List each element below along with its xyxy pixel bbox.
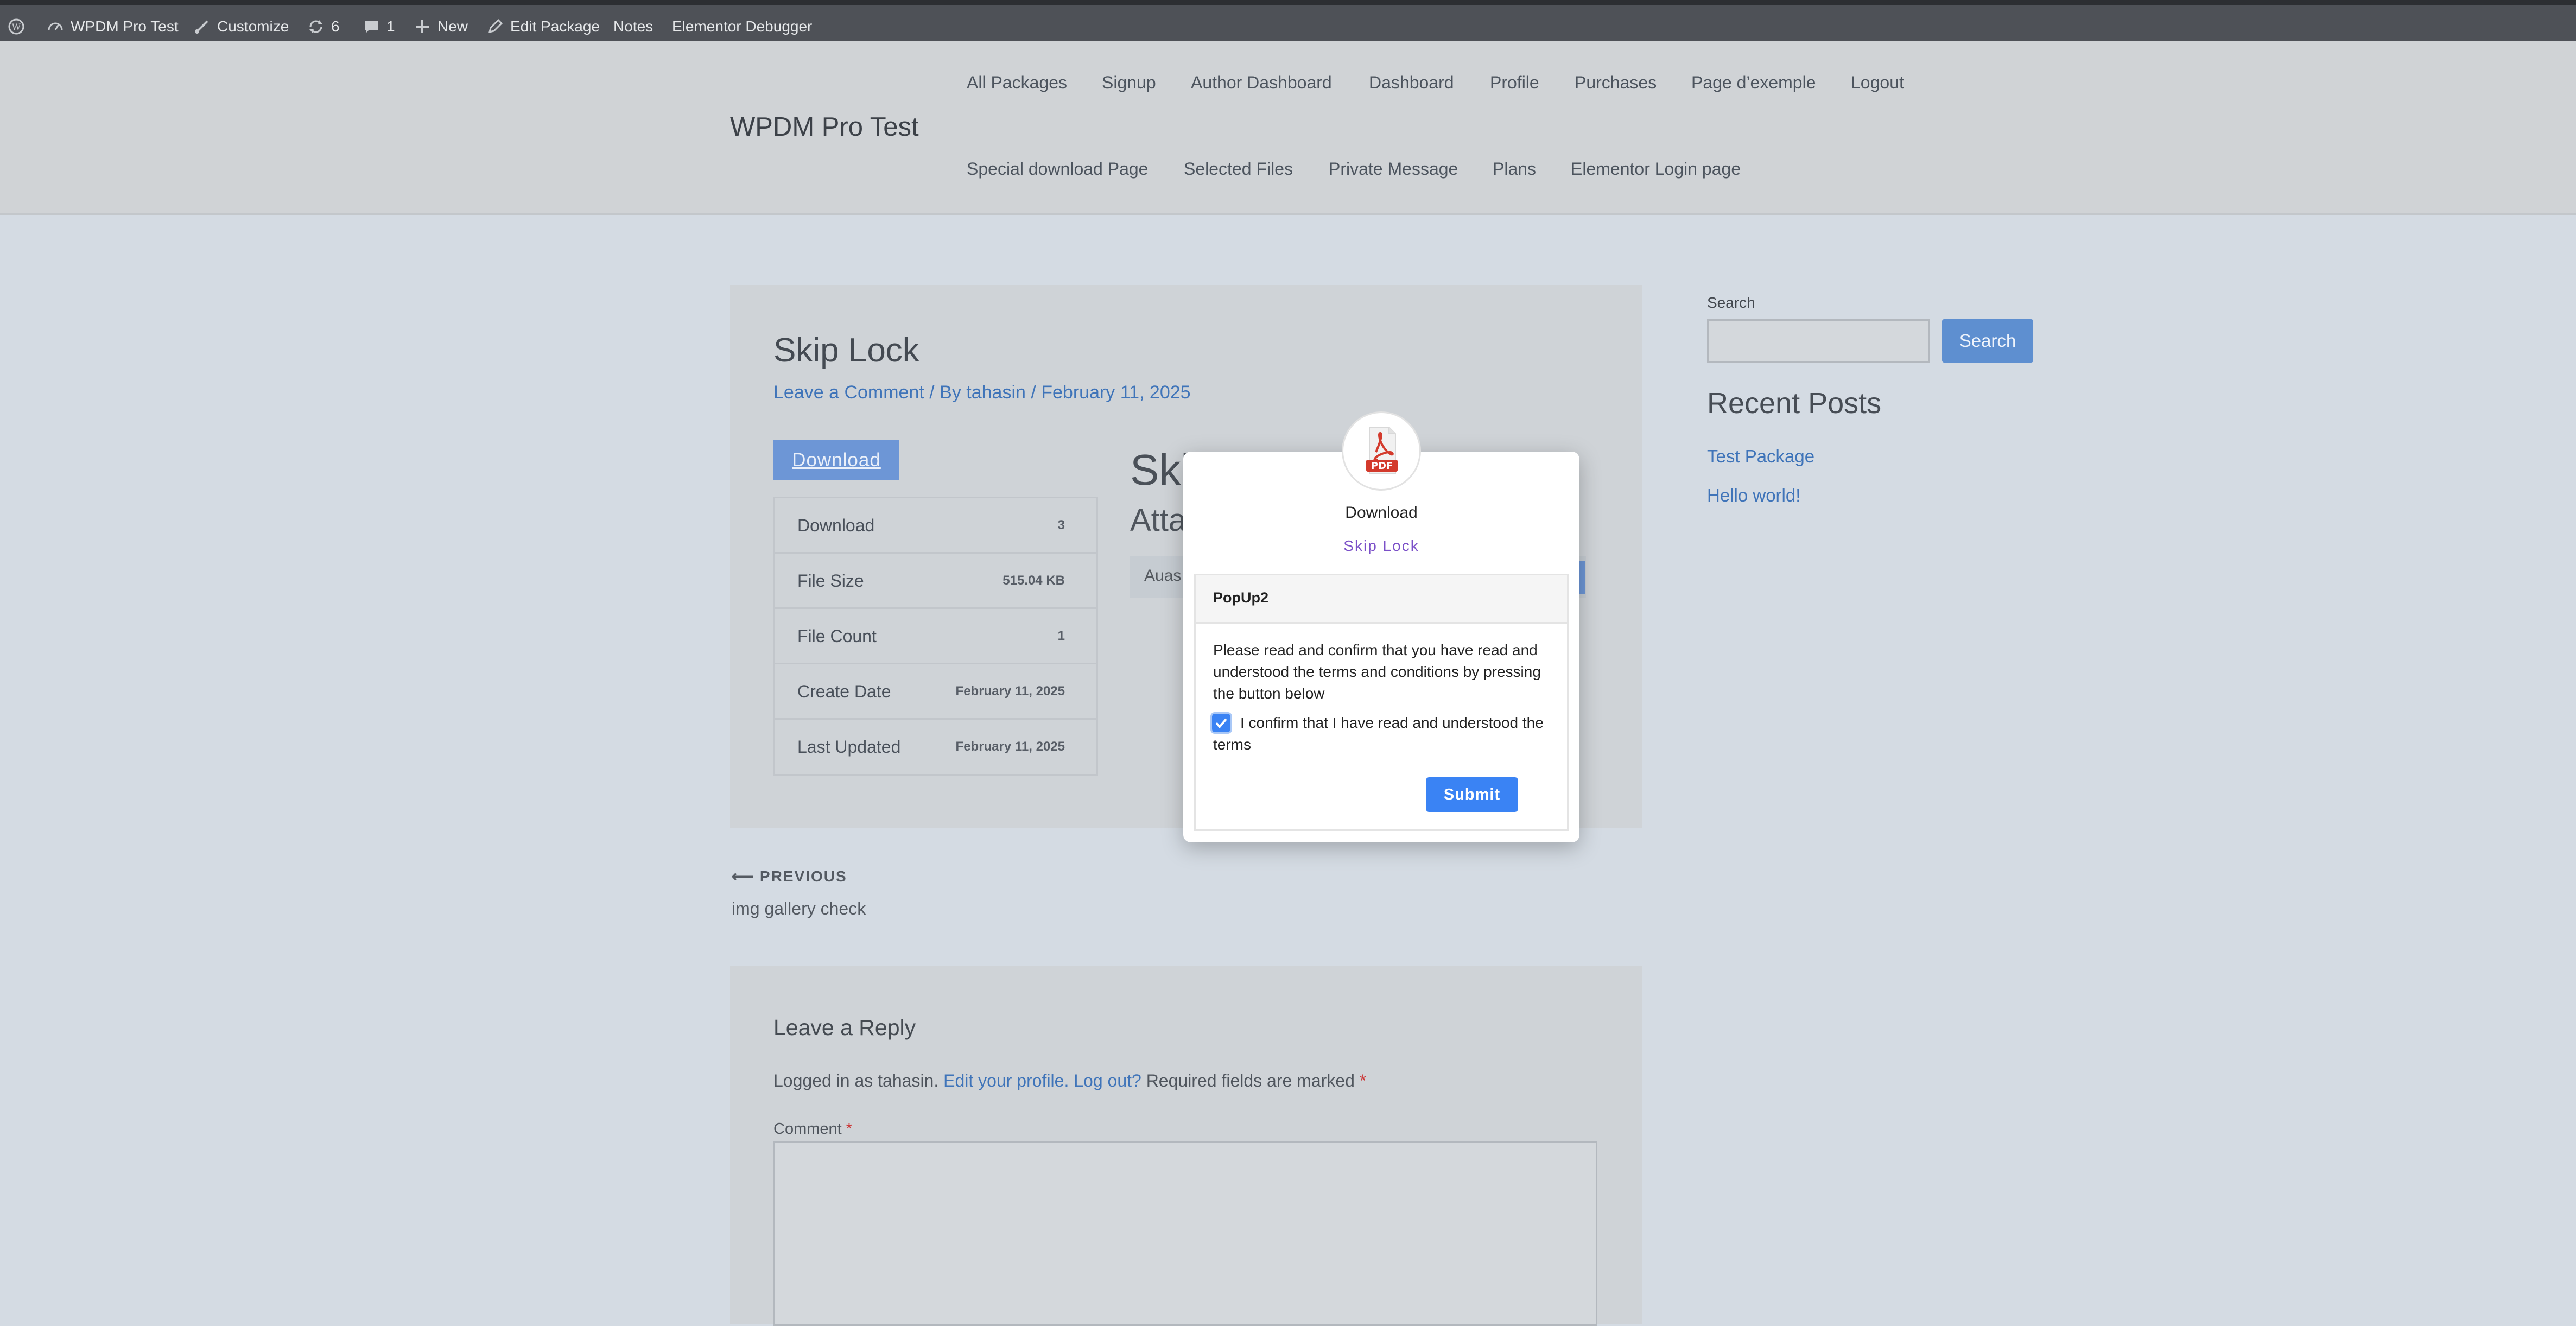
checkmark-icon xyxy=(1215,718,1227,729)
previous-post-label[interactable]: ⟵ PREVIOUS xyxy=(732,867,847,885)
plus-icon xyxy=(416,20,429,33)
terms-panel-title: PopUp2 xyxy=(1213,589,1269,606)
admin-new-label: New xyxy=(437,18,468,35)
info-value: February 11, 2025 xyxy=(955,739,1065,754)
comment-textarea[interactable] xyxy=(773,1141,1597,1326)
admin-new[interactable]: New xyxy=(414,16,468,37)
package-info-table: Download 3 File Size 515.04 KB File Coun… xyxy=(773,497,1098,776)
admin-elementor-debugger[interactable]: Elementor Debugger xyxy=(672,16,812,37)
nav-elementor-login-page[interactable]: Elementor Login page xyxy=(1571,159,1741,179)
log-out-link[interactable]: Log out? xyxy=(1074,1071,1141,1090)
pdf-label: PDF xyxy=(1371,460,1393,472)
nav-plans[interactable]: Plans xyxy=(1493,159,1536,179)
previous-post-link[interactable]: img gallery check xyxy=(732,899,866,919)
site-title[interactable]: WPDM Pro Test xyxy=(730,112,919,142)
admin-bar: W WPDM Pro Test Customize 6 1 New Edit P… xyxy=(0,0,2576,41)
comment-icon xyxy=(365,21,378,33)
admin-customize[interactable]: Customize xyxy=(193,16,289,37)
nav-private-message[interactable]: Private Message xyxy=(1329,159,1458,179)
info-row-download: Download 3 xyxy=(775,498,1096,554)
nav-page-exemple[interactable]: Page d’exemple xyxy=(1691,73,1816,93)
info-label: File Count xyxy=(797,626,877,646)
info-label: Download xyxy=(797,516,875,535)
admin-updates-count: 6 xyxy=(331,18,340,35)
info-row-create-date: Create Date February 11, 2025 xyxy=(775,664,1096,720)
previous-label-text: PREVIOUS xyxy=(759,868,847,885)
logged-in-text: Logged in as tahasin. Edit your profile.… xyxy=(773,1071,1366,1091)
info-label: Create Date xyxy=(797,682,891,701)
logged-in-prefix: Logged in as tahasin. xyxy=(773,1071,939,1090)
admin-notes[interactable]: Notes xyxy=(613,16,653,37)
article-meta[interactable]: Leave a Comment / By tahasin / February … xyxy=(773,382,1191,403)
modal-title: Download xyxy=(1345,504,1418,522)
search-input[interactable] xyxy=(1707,319,1930,363)
info-row-file-count: File Count 1 xyxy=(775,609,1096,664)
attached-file-name: Auas xyxy=(1144,567,1182,585)
required-text: Required fields are marked xyxy=(1146,1071,1355,1090)
info-row-last-updated: Last Updated February 11, 2025 xyxy=(775,720,1096,775)
info-value: February 11, 2025 xyxy=(955,684,1065,699)
admin-elementor-debugger-label: Elementor Debugger xyxy=(672,18,813,35)
article-title: Skip Lock xyxy=(773,332,919,369)
admin-customize-label: Customize xyxy=(217,18,289,35)
arrow-left-icon: ⟵ xyxy=(732,868,760,885)
admin-site-name-label: WPDM Pro Test xyxy=(71,18,179,35)
terms-checkbox-label[interactable]: I confirm that I have read and understoo… xyxy=(1213,712,1560,756)
wordpress-logo-icon[interactable]: W xyxy=(8,16,25,37)
svg-text:W: W xyxy=(12,22,21,32)
edit-profile-link[interactable]: Edit your profile. xyxy=(943,1071,1069,1090)
required-mark: * xyxy=(1359,1071,1367,1090)
refresh-icon xyxy=(309,20,322,33)
info-value: 515.04 KB xyxy=(1003,573,1065,588)
admin-updates[interactable]: 6 xyxy=(307,16,340,37)
info-label: File Size xyxy=(797,571,864,591)
admin-edit-package[interactable]: Edit Package xyxy=(486,16,600,37)
required-mark: * xyxy=(846,1120,853,1138)
search-label: Search xyxy=(1707,294,1755,311)
pencil-icon xyxy=(488,18,503,34)
nav-signup[interactable]: Signup xyxy=(1102,73,1156,93)
nav-profile[interactable]: Profile xyxy=(1490,73,1539,93)
modal-subtitle: Skip Lock xyxy=(1343,537,1419,554)
nav-special-download-page[interactable]: Special download Page xyxy=(967,159,1148,179)
admin-edit-package-label: Edit Package xyxy=(510,18,600,35)
admin-site-name[interactable]: WPDM Pro Test xyxy=(47,16,179,37)
package-content-title: Ski xyxy=(1130,446,1191,494)
admin-notes-label: Notes xyxy=(613,18,653,35)
comment-label: Comment * xyxy=(773,1120,852,1138)
search-button[interactable]: Search xyxy=(1942,319,2033,363)
site-header xyxy=(0,41,2576,215)
reply-title: Leave a Reply xyxy=(773,1015,916,1040)
dashboard-icon xyxy=(48,22,63,30)
nav-logout[interactable]: Logout xyxy=(1851,73,1904,93)
admin-comments[interactable]: 1 xyxy=(363,16,395,37)
info-label: Last Updated xyxy=(797,737,901,757)
attachments-title: Atta xyxy=(1130,503,1187,538)
admin-comments-count: 1 xyxy=(386,18,395,35)
recent-post-link[interactable]: Hello world! xyxy=(1707,485,1800,506)
recent-post-link[interactable]: Test Package xyxy=(1707,446,1814,467)
nav-selected-files[interactable]: Selected Files xyxy=(1184,159,1293,179)
nav-author-dashboard[interactable]: Author Dashboard xyxy=(1191,73,1332,93)
brush-icon xyxy=(195,20,208,34)
info-value: 3 xyxy=(1057,518,1065,532)
pdf-file-icon: PDF xyxy=(1342,411,1421,491)
terms-message: Please read and confirm that you have re… xyxy=(1213,642,1541,702)
nav-all-packages[interactable]: All Packages xyxy=(967,73,1067,93)
comment-label-text: Comment xyxy=(773,1120,842,1138)
recent-posts-title: Recent Posts xyxy=(1707,387,1882,420)
submit-button[interactable]: Submit xyxy=(1426,777,1518,812)
download-button[interactable]: Download xyxy=(773,440,899,480)
nav-dashboard[interactable]: Dashboard xyxy=(1369,73,1454,93)
terms-checkbox[interactable] xyxy=(1210,712,1232,734)
info-row-file-size: File Size 515.04 KB xyxy=(775,554,1096,609)
nav-purchases[interactable]: Purchases xyxy=(1575,73,1657,93)
info-value: 1 xyxy=(1057,629,1065,643)
